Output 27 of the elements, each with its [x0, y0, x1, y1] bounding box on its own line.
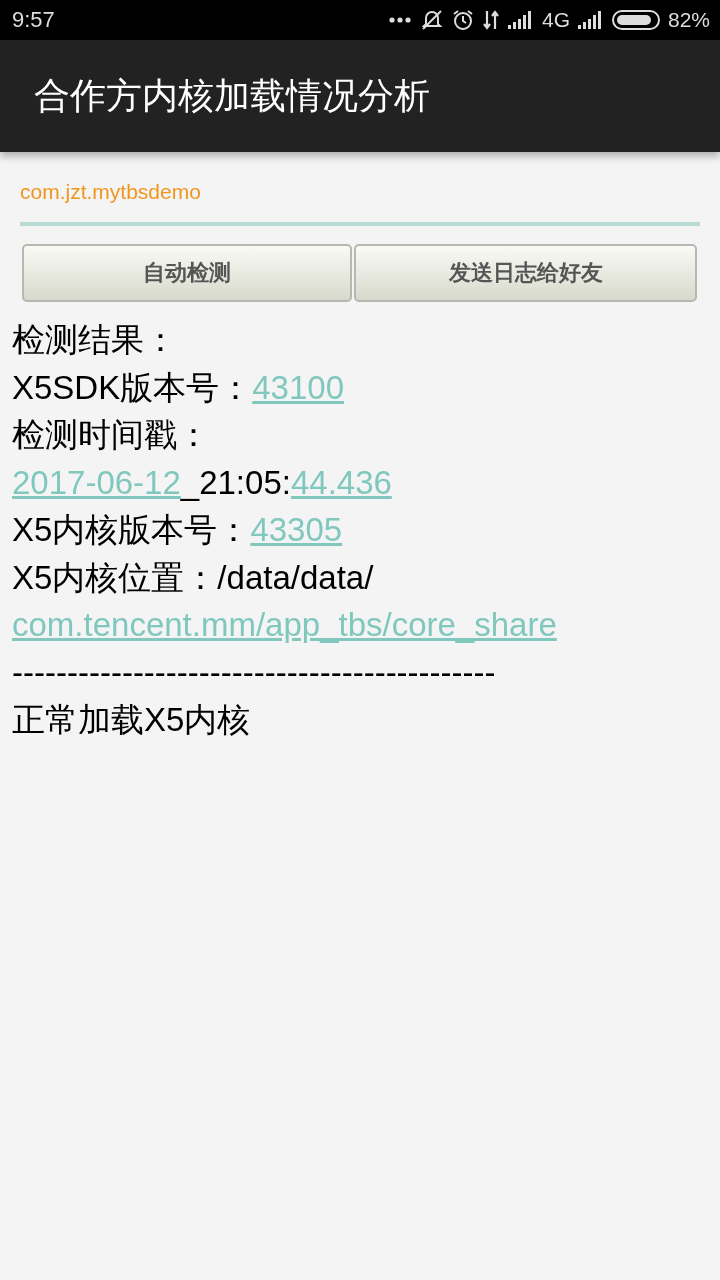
battery-level: 82%	[667, 8, 710, 32]
link[interactable]: 43100	[252, 368, 344, 406]
battery-icon	[611, 10, 660, 30]
action-button[interactable]: 发送日志给好友	[354, 244, 697, 302]
alarm-icon	[451, 9, 474, 31]
network-type: 4G	[541, 8, 570, 32]
result-text: 检测时间戳：	[12, 416, 210, 453]
result-text: X5SDK版本号：	[12, 368, 253, 406]
data-arrows-icon	[481, 9, 500, 31]
result-text: 正常加载X5内核	[12, 701, 251, 738]
package-field[interactable]: com.jzt.mytbsdemo	[20, 180, 700, 226]
result-text: --------------------------------------------	[12, 653, 496, 691]
status-time: 9:57	[12, 7, 55, 33]
signal-icon	[507, 11, 534, 29]
more-icon	[387, 16, 412, 24]
result-text: X5内核版本号：	[12, 511, 251, 548]
app-title: 合作方内核加载情况分析	[34, 73, 430, 118]
link[interactable]: 43305	[250, 511, 343, 548]
link[interactable]: 2017-06-12	[12, 463, 181, 501]
result-text: _21:05:	[180, 463, 291, 501]
signal-icon	[577, 11, 604, 29]
link[interactable]: 44.436	[290, 463, 392, 501]
result-text: X5内核位置：/data/data/	[12, 558, 374, 596]
link[interactable]: com.tencent.mm/app_tbs/core_share	[12, 606, 557, 643]
muted-bell-icon	[419, 9, 444, 31]
action-button[interactable]: 自动检测	[22, 244, 352, 302]
result-text: 检测结果：	[12, 321, 177, 358]
